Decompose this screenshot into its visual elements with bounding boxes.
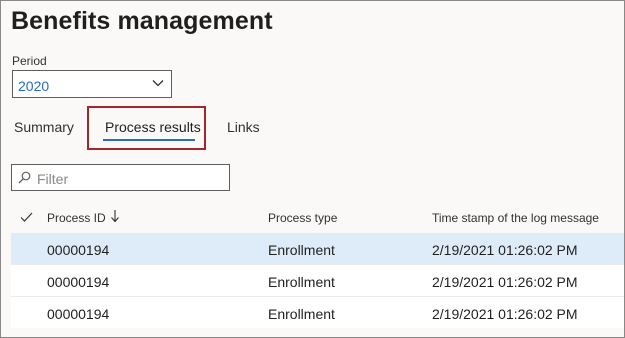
column-header-timestamp[interactable]: Time stamp of the log message	[432, 211, 599, 225]
page-frame: Benefits management Period 2020 Summary …	[0, 0, 625, 338]
tab-summary[interactable]: Summary	[14, 119, 74, 135]
tab-links[interactable]: Links	[227, 119, 260, 135]
timestamp-cell: 2/19/2021 01:26:02 PM	[432, 242, 578, 258]
table-row[interactable]: 00000194 Enrollment 2/19/2021 01:26:02 P…	[11, 265, 624, 296]
period-value: 2020	[18, 78, 50, 94]
column-header-process-type[interactable]: Process type	[268, 211, 337, 225]
grid-header: Process ID Process type Time stamp of th…	[11, 203, 624, 233]
process-type-cell: Enrollment	[268, 242, 335, 258]
table-row[interactable]: 00000194 Enrollment 2/19/2021 01:26:02 P…	[11, 233, 624, 264]
timestamp-cell: 2/19/2021 01:26:02 PM	[432, 274, 578, 290]
process-type-cell: Enrollment	[268, 274, 335, 290]
period-select[interactable]: 2020	[12, 70, 172, 98]
timestamp-cell: 2/19/2021 01:26:02 PM	[432, 306, 578, 322]
process-id-cell: 00000194	[47, 306, 110, 322]
process-id-cell: 00000194	[47, 242, 110, 258]
search-icon	[18, 171, 31, 184]
checkmark-icon[interactable]	[20, 211, 33, 223]
column-header-process-id[interactable]: Process ID	[47, 211, 106, 225]
process-type-cell: Enrollment	[268, 306, 335, 322]
filter-input[interactable]: Filter	[11, 164, 230, 191]
filter-placeholder: Filter	[37, 171, 69, 187]
table-row[interactable]: 00000194 Enrollment 2/19/2021 01:26:02 P…	[11, 297, 624, 328]
highlight-box	[87, 106, 206, 150]
period-label: Period	[12, 54, 47, 68]
chevron-down-icon	[152, 80, 164, 87]
arrow-down-icon[interactable]	[110, 209, 120, 223]
page-title: Benefits management	[11, 7, 273, 35]
process-id-cell: 00000194	[47, 274, 110, 290]
